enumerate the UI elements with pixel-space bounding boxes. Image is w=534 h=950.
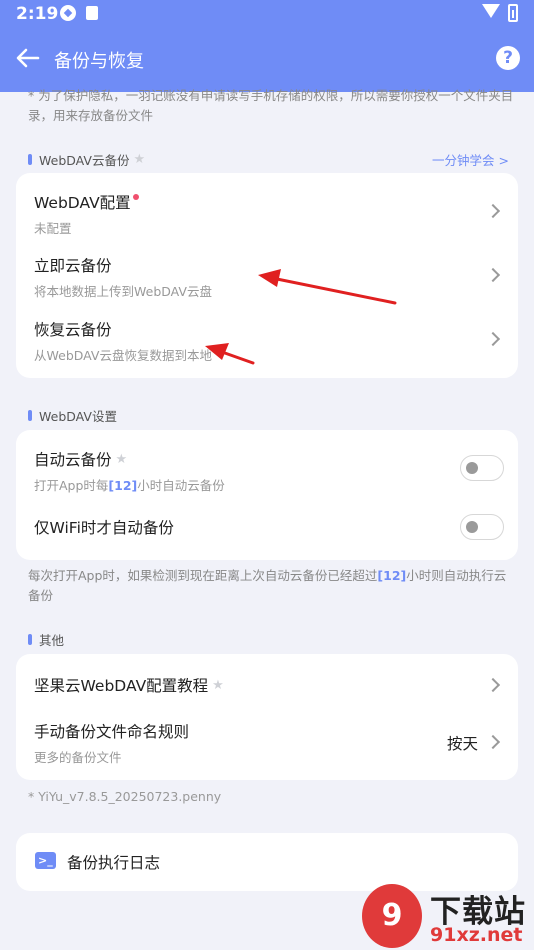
- annotation-arrows: [205, 269, 397, 365]
- site-watermark: 9 下载站 91xz.net: [362, 884, 534, 950]
- watermark-url: 91xz.net: [430, 924, 523, 946]
- watermark-logo-icon: 9: [362, 884, 422, 948]
- annotation-arrow-backup-now: [258, 269, 397, 305]
- annotation-arrow-restore-backup: [205, 343, 255, 365]
